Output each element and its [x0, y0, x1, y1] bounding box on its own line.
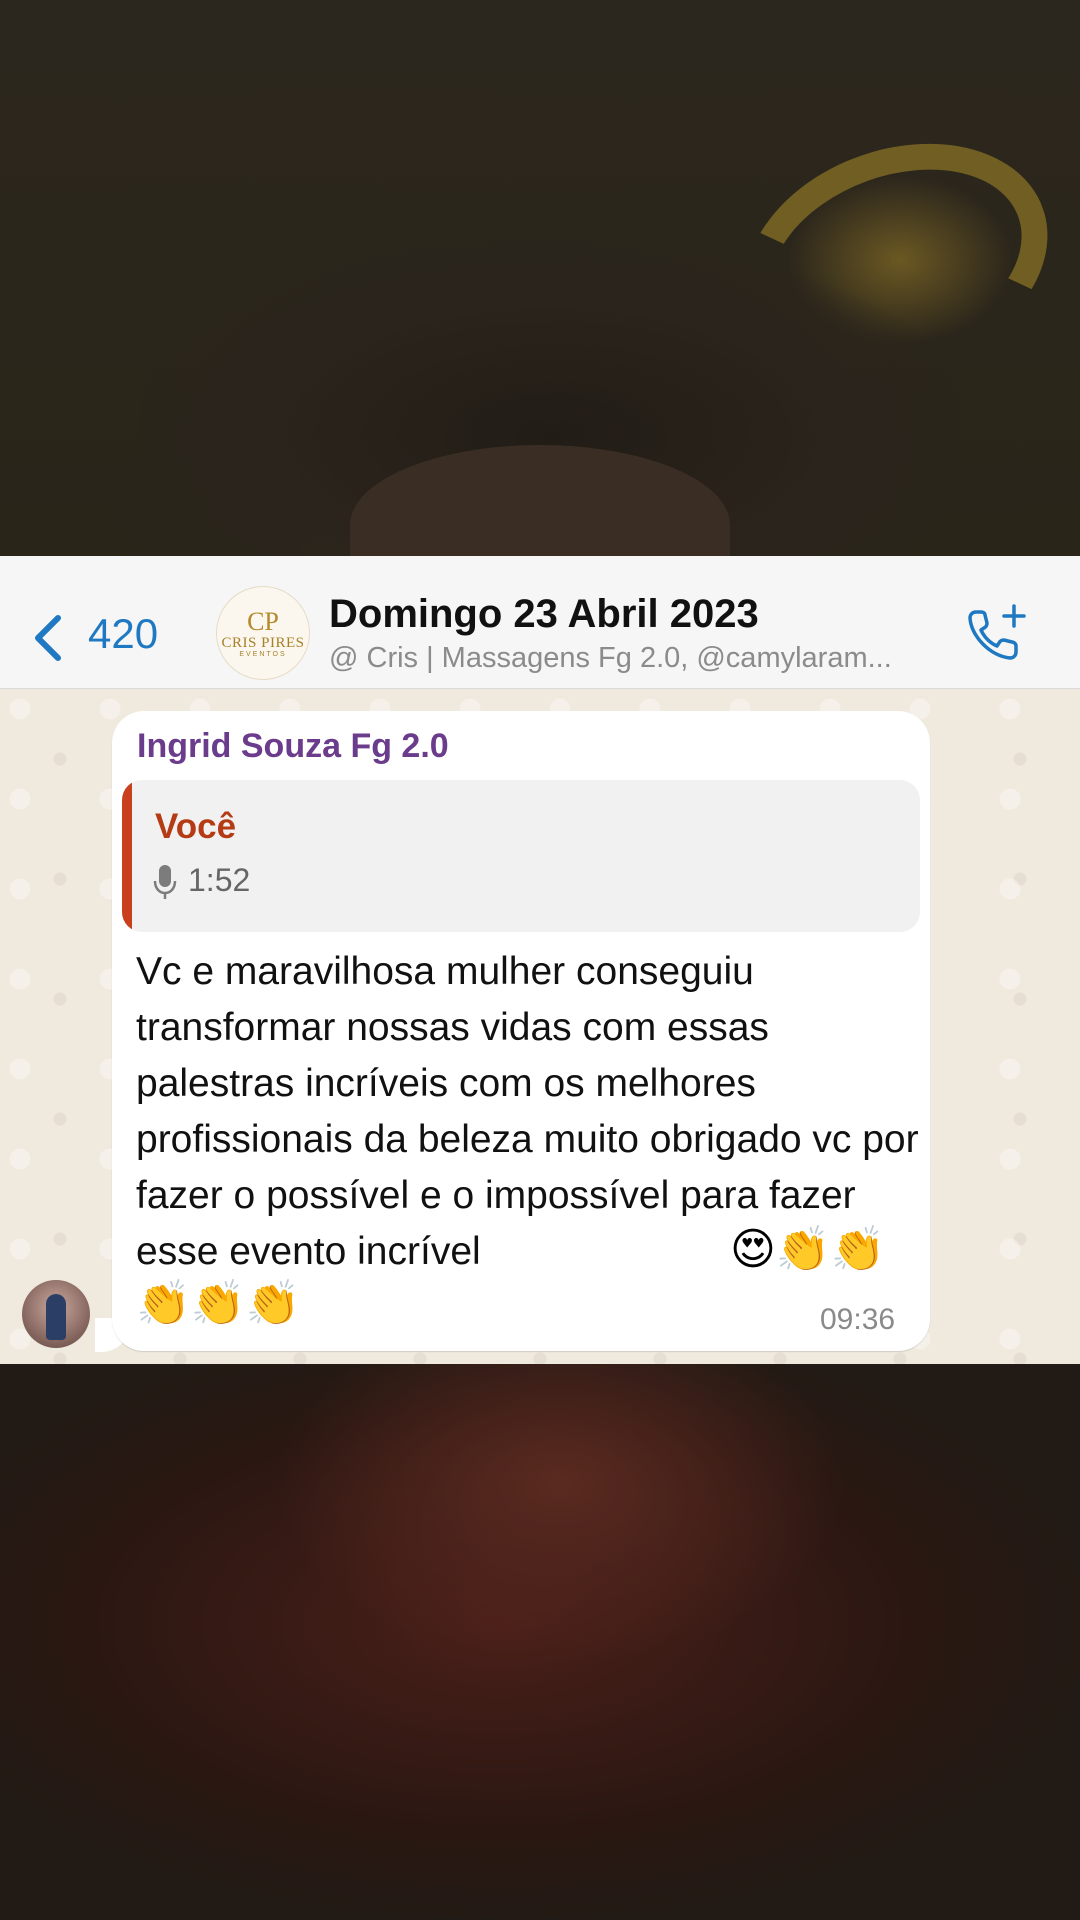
quote-accent-bar	[122, 780, 132, 932]
quoted-message[interactable]	[122, 780, 920, 932]
message-emojis-line2: 👏👏👏	[136, 1279, 301, 1328]
quote-author: Você	[155, 807, 237, 846]
chat-title[interactable]: Domingo 23 Abril 2023	[329, 590, 759, 638]
chevron-left-icon[interactable]	[28, 612, 68, 664]
phone-add-icon[interactable]	[962, 600, 1028, 666]
back-button-count[interactable]: 420	[88, 608, 158, 660]
sender-avatar[interactable]	[22, 1280, 90, 1348]
message-emojis-line1: 😍👏👏	[730, 1225, 886, 1274]
sender-avatar-figure	[46, 1294, 66, 1340]
background-photo-bottom	[0, 1364, 1080, 1920]
message-timestamp: 09:36	[820, 1303, 896, 1336]
microphone-icon	[153, 865, 177, 899]
quote-audio-duration: 1:52	[188, 862, 251, 898]
group-avatar[interactable]: CP CRIS PIRES EVENTOS	[216, 586, 310, 680]
group-avatar-sub: EVENTOS	[239, 650, 287, 658]
group-avatar-brand: CRIS PIRES	[221, 634, 305, 651]
chat-subtitle[interactable]: @ Cris | Massagens Fg 2.0, @camylaram...	[329, 640, 929, 676]
sender-name[interactable]: Ingrid Souza Fg 2.0	[137, 724, 449, 768]
group-avatar-mark: CP	[247, 606, 279, 636]
